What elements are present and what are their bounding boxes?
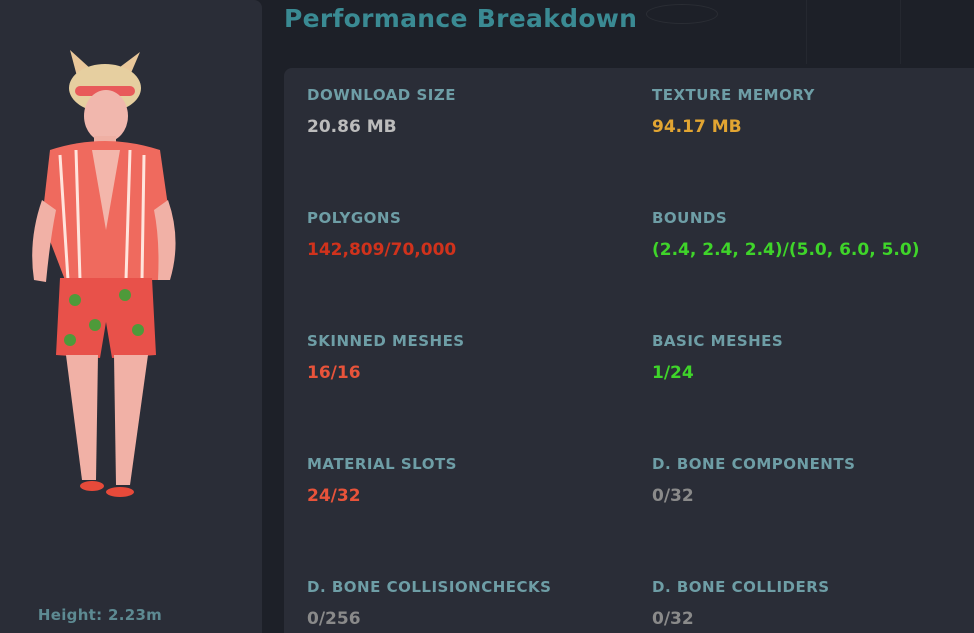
stat-label: DOWNLOAD SIZE: [307, 86, 456, 104]
performance-screen: Height: 2.23m Performance Breakdown DOWN…: [0, 0, 974, 633]
stat-label: D. BONE COLLIDERS: [652, 578, 830, 596]
stat-download-size: DOWNLOAD SIZE 20.86 MB: [307, 86, 637, 137]
stat-label: TEXTURE MEMORY: [652, 86, 815, 104]
stat-dbone-components: D. BONE COMPONENTS 0/32: [652, 455, 974, 506]
stat-value: 0/32: [652, 486, 694, 506]
stat-value: (2.4, 2.4, 2.4)/(5.0, 6.0, 5.0): [652, 240, 920, 260]
page-title: Performance Breakdown: [284, 4, 638, 33]
stat-bounds: BOUNDS (2.4, 2.4, 2.4)/(5.0, 6.0, 5.0): [652, 209, 974, 260]
stat-value: 142,809/70,000: [307, 240, 457, 260]
stat-label: POLYGONS: [307, 209, 402, 227]
stat-material-slots: MATERIAL SLOTS 24/32: [307, 455, 637, 506]
stat-polygons: POLYGONS 142,809/70,000: [307, 209, 637, 260]
stat-label: BOUNDS: [652, 209, 728, 227]
stat-dbone-collisionchecks: D. BONE COLLISIONCHECKS 0/256: [307, 578, 637, 629]
performance-stats-card: DOWNLOAD SIZE 20.86 MB TEXTURE MEMORY 94…: [284, 68, 974, 633]
stat-dbone-colliders: D. BONE COLLIDERS 0/32: [652, 578, 974, 629]
stat-texture-memory: TEXTURE MEMORY 94.17 MB: [652, 86, 974, 137]
stat-skinned-meshes: SKINNED MESHES 16/16: [307, 332, 637, 383]
avatar-height-label: Height: 2.23m: [37, 606, 163, 624]
stat-value: 16/16: [307, 363, 361, 383]
stat-value: 0/32: [652, 609, 694, 629]
avatar-preview-panel: Height: 2.23m: [0, 0, 262, 633]
stat-label: MATERIAL SLOTS: [307, 455, 457, 473]
stat-value: 94.17 MB: [652, 117, 742, 137]
stat-value: 0/256: [307, 609, 361, 629]
stat-basic-meshes: BASIC MESHES 1/24: [652, 332, 974, 383]
stat-value: 24/32: [307, 486, 361, 506]
avatar-model-image: [32, 50, 176, 497]
background-decoration: [900, 0, 901, 64]
stat-label: BASIC MESHES: [652, 332, 784, 350]
stat-label: D. BONE COLLISIONCHECKS: [307, 578, 552, 596]
stat-value: 20.86 MB: [307, 117, 397, 137]
stat-label: SKINNED MESHES: [307, 332, 465, 350]
background-decoration: [806, 0, 807, 64]
background-decoration: [646, 4, 718, 24]
stat-label: D. BONE COMPONENTS: [652, 455, 856, 473]
stat-value: 1/24: [652, 363, 694, 383]
